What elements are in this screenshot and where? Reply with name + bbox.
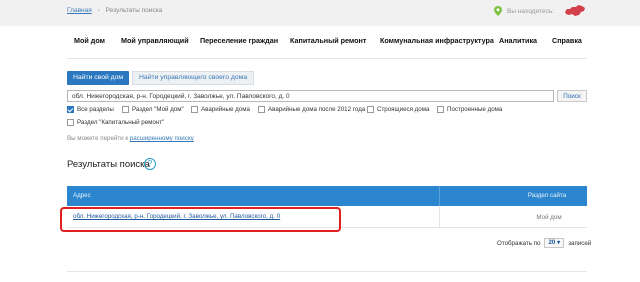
checkbox-checked-icon[interactable] (67, 106, 74, 113)
page-size-select[interactable]: 20 ▾ (544, 238, 565, 248)
advanced-search-link[interactable]: расширенному поиску (130, 135, 194, 142)
filter-my-home[interactable]: Раздел "Мой дом" (122, 106, 184, 113)
column-divider (439, 186, 440, 206)
page-size-suffix: записей (568, 239, 592, 247)
russia-map-icon[interactable] (564, 4, 586, 18)
filter-capital-repair[interactable]: Раздел "Капитальный ремонт" (67, 119, 164, 126)
advanced-search-hint: Вы можете перейти к расширенному поиску (67, 135, 194, 142)
page-size-control: Отображать по 20 ▾ записей (497, 238, 591, 248)
filter-emergency-houses[interactable]: Аварийные дома (191, 106, 250, 113)
breadcrumb-separator-icon: › (97, 7, 100, 14)
column-header-section: Раздел сайта (527, 192, 567, 199)
filter-label: Раздел "Мой дом" (132, 106, 184, 113)
help-icon[interactable]: ? (144, 158, 156, 170)
nav-item-analytics[interactable]: Аналитика (499, 36, 537, 45)
filter-under-construction[interactable]: Строящиеся дома (367, 106, 429, 113)
filter-all-sections[interactable]: Все разделы (67, 106, 114, 113)
tab-find-home[interactable]: Найти свой дом (67, 71, 130, 85)
top-bar: Главная › Результаты поиска Вы находитес… (0, 0, 640, 26)
result-highlight-frame (60, 207, 341, 232)
search-row: Поиск (67, 90, 587, 102)
location-label: Вы находитесь: (507, 7, 555, 15)
main-nav: Мой дом Мой управляющий Переселение граж… (67, 36, 587, 48)
results-title: Результаты поиска (67, 159, 150, 170)
nav-item-my-manager[interactable]: Мой управляющий (121, 36, 189, 45)
breadcrumb-home-link[interactable]: Главная (67, 7, 92, 14)
checkbox-icon[interactable] (437, 106, 444, 113)
filter-label: Все разделы (77, 106, 114, 113)
filter-emergency-after-2012[interactable]: Аварийные дома после 2012 года (258, 106, 365, 113)
search-button[interactable]: Поиск (557, 90, 587, 102)
nav-item-capital-repair[interactable]: Капитальный ремонт (290, 36, 366, 45)
filter-label: Раздел "Капитальный ремонт" (77, 119, 165, 126)
filter-label: Строящиеся дома (377, 106, 430, 113)
nav-item-resettlement[interactable]: Переселение граждан (200, 36, 278, 45)
checkbox-icon[interactable] (367, 106, 374, 113)
page-size-label: Отображать по (497, 239, 541, 247)
page-size-value: 20 (548, 239, 556, 246)
filter-label: Аварийные дома (201, 106, 250, 113)
checkbox-icon[interactable] (191, 106, 198, 113)
column-divider (439, 206, 440, 228)
map-pin-icon (494, 6, 502, 16)
checkbox-icon[interactable] (122, 106, 129, 113)
nav-divider (67, 58, 587, 59)
search-input[interactable] (67, 90, 554, 102)
filter-label: Построенные дома (447, 106, 503, 113)
breadcrumb-current: Результаты поиска (105, 7, 163, 14)
result-section: Мой дом (536, 214, 562, 221)
tab-find-manager[interactable]: Найти управляющего своего дома (132, 71, 255, 85)
checkbox-icon[interactable] (67, 119, 74, 126)
results-table-header: Адрес Раздел сайта (67, 186, 587, 206)
bottom-divider (67, 271, 587, 272)
nav-item-utilities[interactable]: Коммунальная инфраструктура (380, 36, 494, 45)
checkbox-icon[interactable] (258, 106, 265, 113)
filter-label: Аварийные дома после 2012 года (268, 106, 366, 113)
location-indicator: Вы находитесь: (494, 6, 554, 16)
nav-item-help[interactable]: Справка (552, 36, 582, 45)
column-header-address: Адрес (73, 192, 91, 199)
hint-text: Вы можете перейти к (67, 135, 130, 142)
nav-item-my-home[interactable]: Мой дом (74, 36, 105, 45)
breadcrumb: Главная › Результаты поиска (67, 7, 162, 14)
filter-built-houses[interactable]: Построенные дома (437, 106, 502, 113)
